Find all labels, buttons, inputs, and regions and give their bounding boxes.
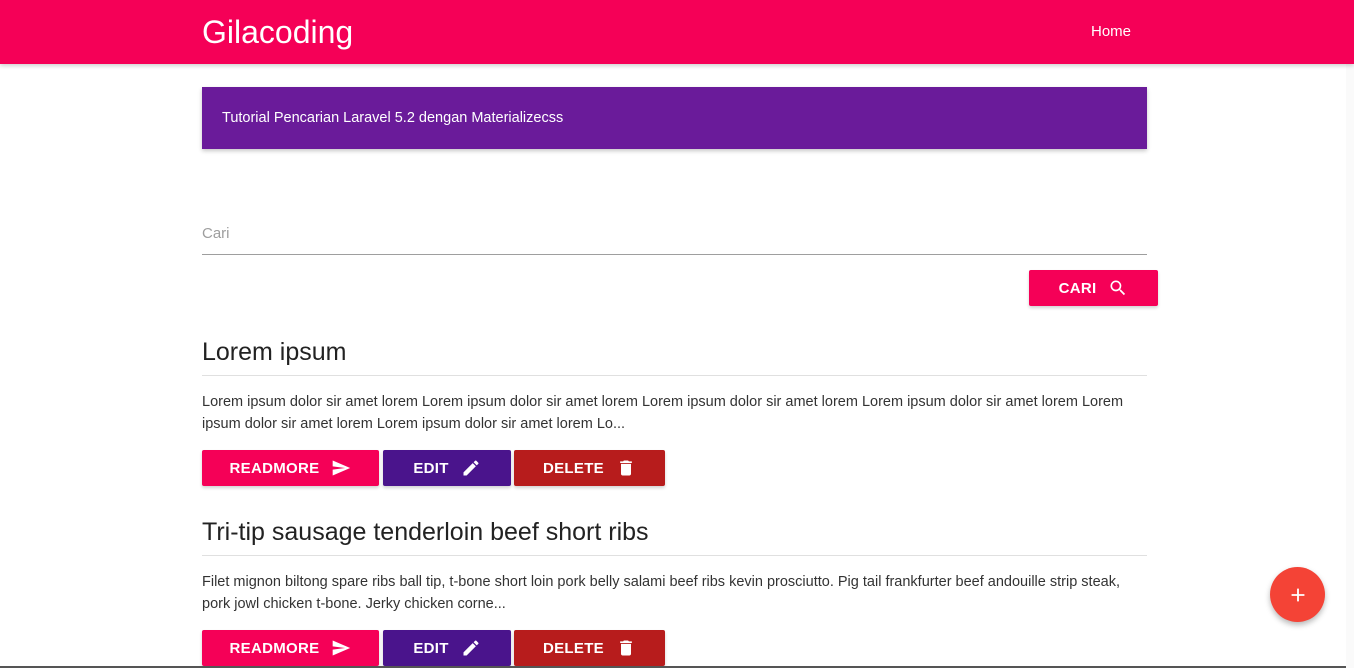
post-title: Tri-tip sausage tenderloin beef short ri… (202, 518, 649, 546)
edit-button[interactable]: EDIT (383, 450, 511, 486)
post-divider (202, 375, 1147, 376)
post-divider (202, 555, 1147, 556)
delete-button-label: DELETE (543, 639, 604, 657)
trash-icon (620, 460, 632, 476)
nav-link-home[interactable]: Home (1078, 0, 1144, 64)
readmore-button[interactable]: READMORE (202, 630, 379, 666)
trash-icon (620, 640, 632, 656)
scrollbar-track[interactable] (1346, 64, 1354, 668)
edit-button-label: EDIT (413, 639, 449, 657)
search-field (202, 212, 1147, 255)
delete-button[interactable]: DELETE (514, 450, 665, 486)
pencil-icon (463, 460, 479, 476)
send-icon (333, 640, 351, 656)
send-icon (333, 460, 351, 476)
brand-logo[interactable]: Gilacoding (202, 12, 353, 52)
post-excerpt: Filet mignon biltong spare ribs ball tip… (202, 574, 1120, 612)
post-title: Lorem ipsum (202, 338, 347, 366)
add-post-fab[interactable] (1270, 567, 1325, 622)
search-button-label: CARI (1058, 279, 1097, 297)
readmore-button-label: READMORE (229, 459, 320, 477)
search-button[interactable]: CARI (1029, 270, 1158, 306)
readmore-button[interactable]: READMORE (202, 450, 379, 486)
search-input[interactable] (202, 212, 1147, 254)
add-icon (1291, 588, 1304, 601)
delete-button-label: DELETE (543, 459, 604, 477)
search-icon (1110, 280, 1126, 296)
edit-button-label: EDIT (413, 459, 449, 477)
readmore-button-label: READMORE (229, 639, 320, 657)
edit-button[interactable]: EDIT (383, 630, 511, 666)
post-excerpt: Lorem ipsum dolor sir amet lorem Lorem i… (202, 394, 1124, 432)
top-navbar: Gilacoding Home (0, 0, 1354, 64)
pencil-icon (463, 640, 479, 656)
page-banner: Tutorial Pencarian Laravel 5.2 dengan Ma… (202, 87, 1147, 149)
delete-button[interactable]: DELETE (514, 630, 665, 666)
